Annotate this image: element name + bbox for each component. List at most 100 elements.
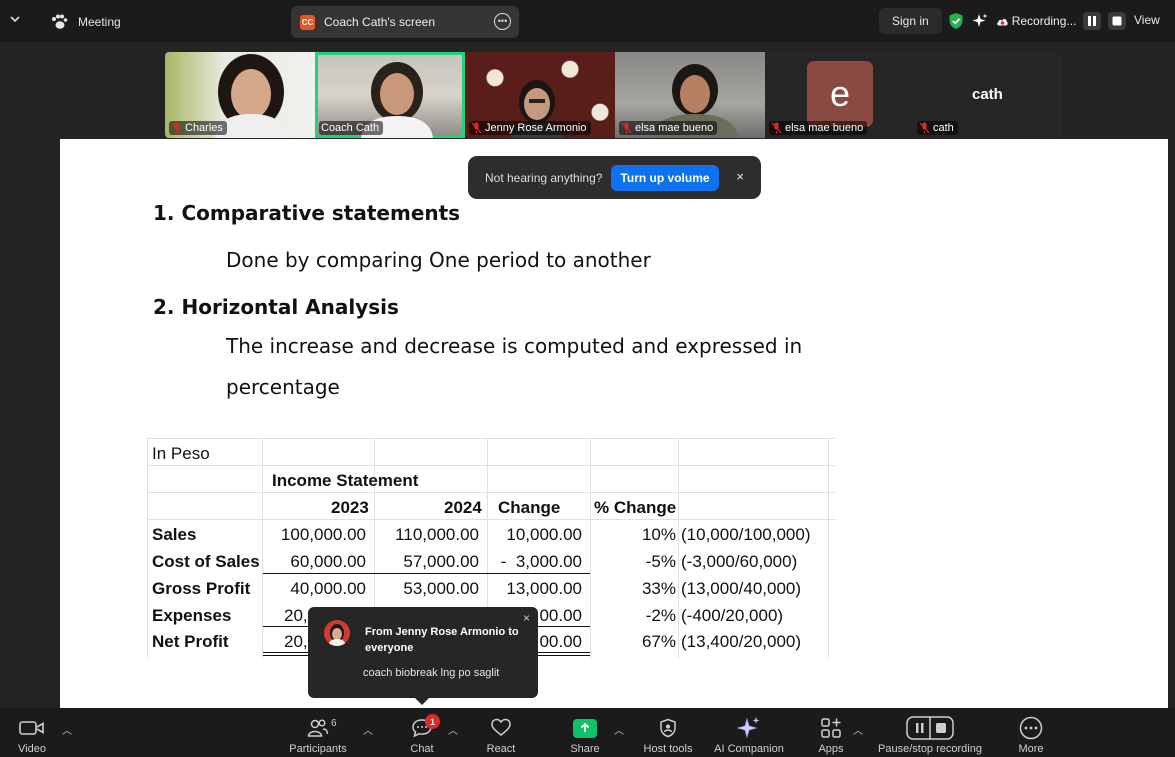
cell-pct-change: 10% [641, 525, 676, 544]
cell-formula: (13,400/20,000) [681, 632, 802, 651]
security-shield-icon[interactable] [948, 12, 964, 30]
recording-indicator[interactable]: Recording... [996, 12, 1127, 30]
chevron-up-icon[interactable]: ︿ [448, 722, 458, 737]
participant-name-tag: elsa mae bueno [769, 121, 868, 135]
chat-notification[interactable]: From Jenny Rose Armonio to everyone coac… [308, 607, 538, 705]
paw-icon [52, 14, 68, 29]
row-label: Net Profit [152, 632, 229, 651]
view-button[interactable]: View [1134, 13, 1160, 27]
chat-label: Chat [410, 743, 434, 755]
more-options-icon [1018, 715, 1044, 741]
participants-button[interactable]: 6 Participants [286, 708, 350, 757]
host-tools-label: Host tools [643, 743, 693, 755]
react-button[interactable]: React [484, 708, 518, 757]
stop-recording-button[interactable] [1108, 12, 1127, 30]
share-screen-icon [572, 715, 598, 741]
ai-sparkle-icon [736, 715, 762, 741]
chevron-up-icon[interactable]: ︿ [363, 722, 373, 737]
avatar: e [807, 61, 873, 127]
apps-icon [818, 715, 844, 741]
video-tile-coach-cath[interactable]: Coach Cath [315, 52, 465, 138]
participant-name-tag: elsa mae bueno [619, 121, 718, 135]
chat-sender: From Jenny Rose Armonio to everyone [365, 626, 519, 654]
cell-change: 00.00 [539, 606, 582, 625]
cell-formula: (-3,000/60,000) [681, 552, 798, 571]
ai-companion-button[interactable]: AI Companion [711, 708, 787, 757]
share-label: Share [570, 743, 600, 755]
share-button[interactable]: Share [567, 708, 603, 757]
zoom-window: Meeting CC Coach Cath's screen ••• Sign … [0, 0, 1175, 757]
heart-icon [488, 715, 514, 741]
video-camera-icon [19, 715, 45, 741]
underline [263, 573, 590, 574]
sign-in-button[interactable]: Sign in [879, 8, 942, 34]
chat-message: coach biobreak lng po saglit [363, 667, 500, 679]
top-bar: Meeting CC Coach Cath's screen ••• Sign … [0, 0, 1175, 42]
pause-recording-button[interactable] [1083, 12, 1102, 30]
cell-2024: 53,000.00 [403, 579, 479, 598]
participants-count: 6 [331, 718, 337, 729]
ai-sparkle-icon[interactable] [972, 13, 988, 29]
cell-2024: 110,000.00 [395, 525, 479, 544]
cell-pct-change: 33% [641, 579, 676, 598]
table-row: In Peso [147, 440, 835, 467]
grid-line [147, 438, 835, 439]
cell-change: 13,000.00 [506, 579, 582, 598]
chevron-down-icon[interactable] [8, 12, 24, 28]
screen-tab-label: Coach Cath's screen [324, 15, 436, 29]
cell-formula: (-400/20,000) [681, 606, 784, 625]
cell-2023: 20, [284, 632, 308, 651]
column-header: 2024 [444, 498, 482, 517]
cell-change: 10,000.00 [506, 525, 582, 544]
row-label: Expenses [152, 606, 232, 625]
audio-notice: Not hearing anything? Turn up volume × [468, 156, 761, 199]
cell-formula: (10,000/100,000) [681, 525, 811, 544]
more-options-icon[interactable]: ••• [494, 13, 511, 30]
row-label: Cost of Sales [152, 552, 260, 571]
cell-pct-change: 67% [641, 632, 676, 651]
chat-unread-badge: 1 [425, 714, 440, 729]
video-tile-elsa-mae-bueno[interactable]: elsa mae bueno [615, 52, 765, 138]
video-button[interactable]: Video [14, 708, 50, 757]
video-tile-cath[interactable]: cath cath [915, 52, 1063, 138]
host-tools-button[interactable]: Host tools [640, 708, 696, 757]
row-label: Sales [152, 525, 197, 544]
table-row: Cost of Sales 60,000.00 57,000.00 - 3,00… [147, 548, 835, 575]
participant-name-tag: Jenny Rose Armonio [469, 121, 591, 135]
react-label: React [486, 743, 516, 755]
chevron-up-icon[interactable]: ︿ [614, 722, 624, 737]
participant-name-tag: Coach Cath [319, 121, 384, 135]
slide-text-2: The increase and decrease is computed an… [226, 334, 803, 358]
row-label: Gross Profit [152, 579, 251, 598]
cell-2024: 57,000.00 [403, 552, 479, 571]
pause-stop-recording-button[interactable]: Pause/stop recording [874, 708, 986, 757]
close-icon[interactable]: × [523, 611, 530, 625]
apps-label: Apps [818, 743, 844, 755]
audio-notice-text: Not hearing anything? [485, 170, 603, 185]
turn-up-volume-button[interactable]: Turn up volume [611, 164, 719, 191]
screen-share-tab[interactable]: CC Coach Cath's screen ••• [291, 6, 519, 38]
video-tile-jenny-rose-armonio[interactable]: Jenny Rose Armonio [465, 52, 615, 138]
chevron-up-icon[interactable]: ︿ [62, 722, 72, 737]
participants-label: Participants [289, 743, 347, 755]
cell-pct-change: -2% [645, 606, 676, 625]
apps-button[interactable]: Apps [815, 708, 847, 757]
more-button[interactable]: More [1015, 708, 1047, 757]
mic-muted-icon [919, 122, 930, 134]
participants-icon: 6 [305, 715, 337, 741]
column-header: % Change [594, 498, 677, 517]
top-right-controls: Sign in Recording... [879, 7, 1127, 35]
participant-display-name: cath [972, 86, 1003, 103]
close-icon[interactable]: × [736, 169, 744, 184]
screen-share-badge: CC [300, 14, 315, 30]
meeting-tab[interactable]: Meeting [50, 8, 121, 36]
slide-text-1: Done by comparing One period to another [226, 248, 651, 272]
chevron-up-icon[interactable]: ︿ [853, 722, 863, 737]
video-tile-charles[interactable]: Charles [165, 52, 315, 138]
video-tile-elsa-mae-bueno-2[interactable]: e elsa mae bueno [765, 52, 915, 138]
participant-video-strip: Charles Coach Cath Jenny Rose Armonio el… [165, 52, 1064, 138]
cell-change: - 3,000.00 [500, 552, 582, 571]
slide-heading-2: 2. Horizontal Analysis [153, 295, 399, 319]
cell-formula: (13,000/40,000) [681, 579, 802, 598]
cell-2023: 60,000.00 [290, 552, 366, 571]
